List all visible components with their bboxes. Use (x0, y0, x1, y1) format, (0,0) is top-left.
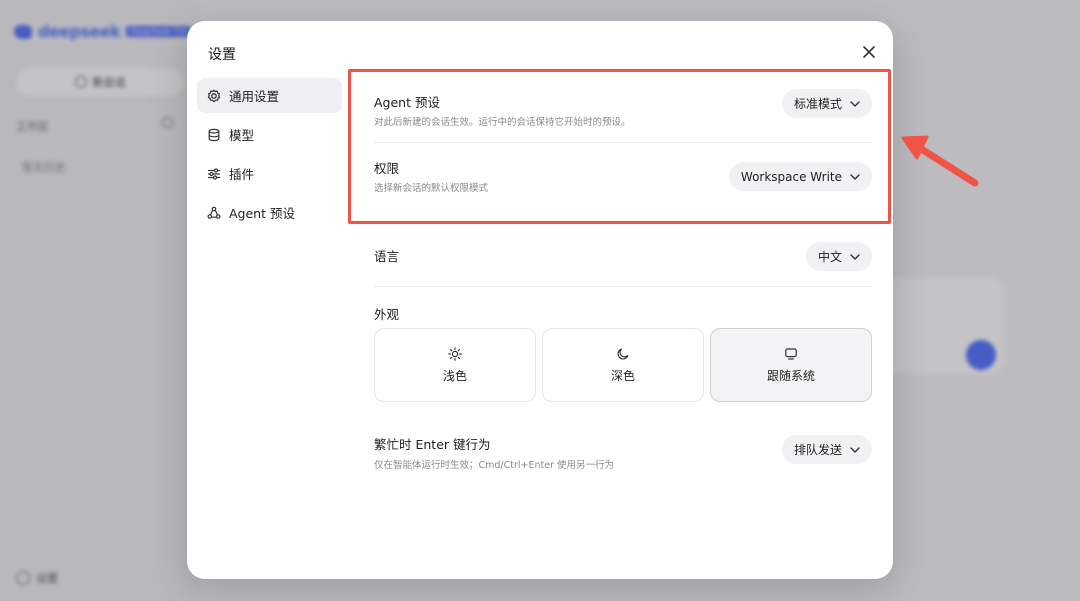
close-button[interactable] (859, 42, 879, 62)
nav-item-agent-preset[interactable]: Agent 预设 (197, 195, 342, 230)
busy-enter-label: 繁忙时 Enter 键行为 (374, 437, 491, 452)
theme-options: 浅色 深色 跟随系统 (374, 328, 872, 402)
busy-enter-row: 繁忙时 Enter 键行为 仅在智能体运行时生效；Cmd/Ctrl+Enter … (374, 407, 872, 487)
theme-option-light[interactable]: 浅色 (374, 328, 536, 402)
database-icon (208, 128, 220, 141)
close-icon (863, 46, 875, 58)
gear-icon (207, 89, 221, 102)
settings-modal: 设置 通用设置 模型 插件 Agent 预设 Agent 预设 对此后新建的会话… (187, 21, 893, 579)
nav-item-general[interactable]: 通用设置 (197, 78, 342, 113)
sliders-icon (207, 167, 221, 180)
moon-icon (617, 348, 629, 359)
annotation-arrow-icon (901, 135, 979, 187)
theme-option-label: 浅色 (442, 368, 467, 383)
appearance-label: 外观 (374, 307, 400, 322)
nav-item-label: 通用设置 (229, 89, 280, 104)
theme-option-system[interactable]: 跟随系统 (710, 328, 872, 402)
nav-item-label: 模型 (229, 128, 255, 143)
settings-nav: 通用设置 模型 插件 Agent 预设 (197, 78, 342, 234)
chevron-down-icon (850, 446, 860, 453)
monitor-icon (785, 347, 797, 360)
language-select[interactable]: 中文 (805, 242, 872, 271)
nav-item-model[interactable]: 模型 (197, 117, 342, 152)
language-row: 语言 中文 (374, 224, 872, 287)
busy-enter-desc: 仅在智能体运行时生效；Cmd/Ctrl+Enter 使用另一行为 (374, 460, 615, 471)
busy-enter-value: 排队发送 (793, 443, 842, 457)
language-label: 语言 (374, 249, 400, 264)
sun-icon (448, 346, 462, 361)
nav-item-label: Agent 预设 (229, 206, 295, 221)
theme-option-label: 深色 (610, 368, 635, 383)
annotation-highlight-box (348, 69, 891, 224)
appearance-section: 外观 浅色 深色 跟随系统 (374, 287, 872, 407)
theme-option-label: 跟随系统 (766, 368, 815, 383)
modal-title: 设置 (208, 47, 236, 63)
agent-icon (207, 206, 221, 219)
busy-enter-select[interactable]: 排队发送 (781, 435, 872, 464)
nav-item-plugins[interactable]: 插件 (197, 156, 342, 191)
theme-option-dark[interactable]: 深色 (542, 328, 704, 402)
language-value: 中文 (817, 250, 842, 264)
nav-item-label: 插件 (229, 167, 255, 182)
chevron-down-icon (850, 253, 860, 260)
